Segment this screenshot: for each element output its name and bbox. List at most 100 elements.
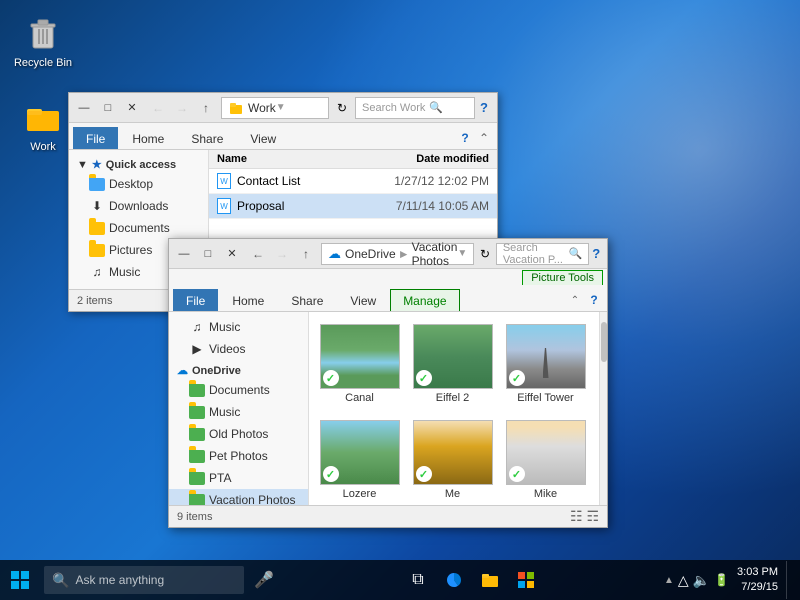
- vacation-tab-file[interactable]: File: [173, 289, 218, 311]
- vacation-sidebar-vacation-photos-label: Vacation Photos: [209, 493, 296, 505]
- vacation-sidebar-documents[interactable]: Documents: [169, 379, 308, 401]
- taskbar-clock[interactable]: 3:03 PM 7/29/15: [737, 565, 778, 596]
- work-file-row-contact[interactable]: W Contact List 1/27/12 12:02 PM: [209, 169, 497, 194]
- vacation-thumb-mike: ✓: [506, 420, 586, 485]
- sidebar-item-downloads[interactable]: ⬇ Downloads: [69, 195, 208, 217]
- me-check-icon: ✓: [416, 466, 432, 482]
- vacation-photo-canal[interactable]: ✓ Canal: [317, 320, 402, 408]
- quick-access-star-icon: ★: [92, 158, 102, 171]
- vacation-search-placeholder: Search Vacation P...: [503, 242, 565, 266]
- vacation-path-onedrive: OneDrive: [345, 247, 396, 261]
- vacation-tab-manage[interactable]: Manage: [390, 289, 459, 311]
- work-help-button[interactable]: ?: [475, 97, 493, 119]
- taskbar-show-desktop-button[interactable]: [786, 561, 792, 599]
- contact-list-icon: W: [217, 173, 231, 189]
- vacation-scrollbar[interactable]: [599, 312, 607, 505]
- vacation-path-folder: Vacation Photos: [412, 240, 458, 268]
- taskbar-edge-button[interactable]: [438, 564, 470, 596]
- vacation-view-toggle[interactable]: ☷ ☶: [570, 508, 599, 525]
- work-tab-home[interactable]: Home: [119, 127, 177, 149]
- vacation-photo-eiffel-tower[interactable]: ✓ Eiffel Tower: [503, 320, 588, 408]
- vacation-photo-me[interactable]: ✓ Me: [410, 416, 495, 504]
- taskbar-store-button[interactable]: [510, 564, 542, 596]
- desktop-folder-icon: [89, 176, 105, 192]
- work-minimize-button[interactable]: —: [73, 97, 95, 119]
- taskbar-up-arrow[interactable]: ▲: [664, 575, 674, 586]
- desktop-icon-recycle-bin[interactable]: Recycle Bin: [8, 8, 78, 74]
- vacation-pet-photos-icon: [189, 448, 205, 464]
- taskbar-file-explorer-button[interactable]: [474, 564, 506, 596]
- vacation-address-bar[interactable]: ☁ OneDrive ► Vacation Photos ▼: [321, 243, 474, 265]
- eiffel-tower-check-icon: ✓: [509, 370, 525, 386]
- work-forward-button[interactable]: →: [171, 97, 193, 119]
- vacation-ribbon-help[interactable]: ?: [585, 289, 603, 311]
- desktop: Recycle Bin Work — □ ✕ ← → ↑: [0, 0, 800, 600]
- vacation-maximize-button[interactable]: □: [197, 243, 219, 265]
- work-back-button[interactable]: ←: [147, 97, 169, 119]
- vacation-sidebar-pet-photos-label: Pet Photos: [209, 449, 268, 463]
- work-maximize-button[interactable]: □: [97, 97, 119, 119]
- vacation-thumb-eiffel-tower: ✓: [506, 324, 586, 389]
- vacation-sidebar-pet-photos[interactable]: Pet Photos: [169, 445, 308, 467]
- vacation-tab-view[interactable]: View: [337, 289, 389, 311]
- sidebar-item-documents[interactable]: Documents: [69, 217, 208, 239]
- vacation-sidebar-vacation-photos[interactable]: Vacation Photos: [169, 489, 308, 505]
- vacation-sidebar-old-photos[interactable]: Old Photos: [169, 423, 308, 445]
- vacation-back-button[interactable]: ←: [247, 243, 269, 265]
- work-ribbon-chevron[interactable]: ⌃: [475, 127, 493, 149]
- vacation-refresh-button[interactable]: ↻: [478, 245, 492, 263]
- taskbar-time-display: 3:03 PM: [737, 565, 778, 580]
- taskbar-network-icon[interactable]: △: [678, 572, 689, 589]
- vacation-photo-lozere[interactable]: ✓ Lozere: [317, 416, 402, 504]
- work-sidebar-quick-access[interactable]: ▼ ★ Quick access: [69, 154, 208, 173]
- vacation-sidebar-onedrive[interactable]: ☁ OneDrive: [169, 360, 308, 379]
- work-tab-view[interactable]: View: [237, 127, 289, 149]
- sidebar-item-desktop[interactable]: Desktop: [69, 173, 208, 195]
- vacation-path-sep: ►: [398, 247, 410, 261]
- vacation-minimize-button[interactable]: —: [173, 243, 195, 265]
- vacation-ribbon-chevron[interactable]: ⌃: [566, 289, 584, 311]
- work-search-box[interactable]: Search Work 🔍: [355, 97, 475, 119]
- taskbar-volume-icon[interactable]: 🔈: [693, 572, 710, 589]
- work-file-row-proposal[interactable]: W Proposal 7/11/14 10:05 AM: [209, 194, 497, 219]
- vacation-search-icon: 🔍: [569, 247, 583, 260]
- vacation-photo-eiffel2[interactable]: ✓ Eiffel 2: [410, 320, 495, 408]
- vacation-sidebar-music[interactable]: ♫ Music: [169, 316, 308, 338]
- work-file-contact-date: 1/27/12 12:02 PM: [359, 174, 489, 188]
- vacation-pta-icon: [189, 470, 205, 486]
- vacation-path-cloud-icon: ☁: [328, 246, 341, 262]
- work-address-bar[interactable]: Work ▼: [221, 97, 329, 119]
- taskbar-search-icon: 🔍: [52, 572, 69, 589]
- vacation-sidebar: ♫ Music ▶ Videos ☁ OneDrive Documents: [169, 312, 309, 505]
- work-tab-file[interactable]: File: [73, 127, 118, 149]
- work-ribbon-help[interactable]: ?: [456, 127, 474, 149]
- vacation-up-button[interactable]: ↑: [295, 243, 317, 265]
- vacation-status-bar: 9 items ☷ ☶: [169, 505, 607, 527]
- taskbar-battery-icon[interactable]: 🔋: [714, 573, 729, 587]
- vacation-forward-button[interactable]: →: [271, 243, 293, 265]
- taskbar-tray-icons: ▲ △ 🔈 🔋: [664, 572, 729, 589]
- vacation-help-button[interactable]: ?: [589, 243, 603, 265]
- work-window-controls: — □ ✕: [73, 97, 143, 119]
- work-tab-share[interactable]: Share: [178, 127, 236, 149]
- vacation-sidebar-videos[interactable]: ▶ Videos: [169, 338, 308, 360]
- vacation-sidebar-pta[interactable]: PTA: [169, 467, 308, 489]
- work-up-button[interactable]: ↑: [195, 97, 217, 119]
- vacation-close-button[interactable]: ✕: [221, 243, 243, 265]
- vacation-scrollbar-thumb[interactable]: [601, 322, 607, 362]
- vacation-tab-share[interactable]: Share: [278, 289, 336, 311]
- recycle-bin-label: Recycle Bin: [14, 56, 72, 70]
- vacation-thumb-me: ✓: [413, 420, 493, 485]
- vacation-photo-mike[interactable]: ✓ Mike: [503, 416, 588, 504]
- sidebar-item-downloads-label: Downloads: [109, 199, 168, 213]
- start-button[interactable]: [0, 560, 40, 600]
- taskbar-microphone-button[interactable]: 🎤: [248, 564, 280, 596]
- work-refresh-button[interactable]: ↻: [333, 99, 351, 117]
- taskbar-search[interactable]: 🔍 Ask me anything: [44, 566, 244, 594]
- taskbar-task-view-button[interactable]: ⧉: [402, 564, 434, 596]
- vacation-sidebar-music2[interactable]: Music: [169, 401, 308, 423]
- work-close-button[interactable]: ✕: [121, 97, 143, 119]
- vacation-tab-home[interactable]: Home: [219, 289, 277, 311]
- documents-icon: [89, 220, 105, 236]
- vacation-search-box[interactable]: Search Vacation P... 🔍: [496, 243, 590, 265]
